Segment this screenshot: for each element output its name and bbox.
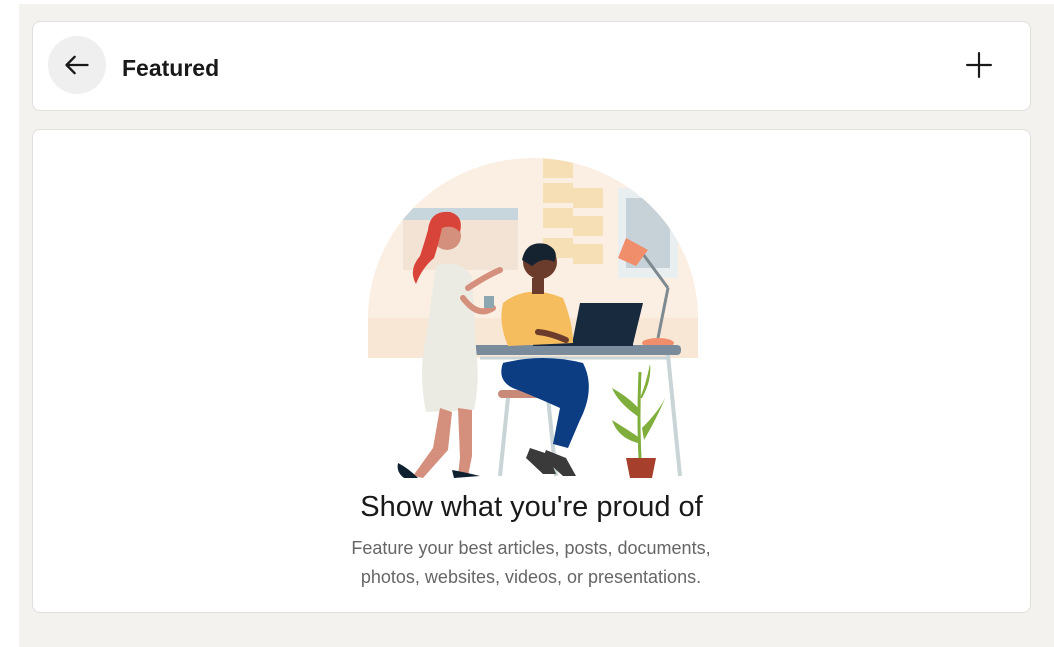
plus-icon (966, 52, 992, 78)
back-button[interactable] (48, 36, 106, 94)
arrow-left-icon (65, 55, 89, 75)
page-title: Featured (122, 55, 220, 81)
empty-state-description: Feature your best articles, posts, docum… (351, 538, 711, 587)
empty-state-card: Show what you're proud of Feature your b… (32, 129, 1031, 613)
page-background: Featured Show what you're proud of Featu… (19, 4, 1054, 647)
empty-state-headline: Show what you're proud of (360, 491, 703, 523)
featured-header-card: Featured (32, 21, 1031, 111)
people-at-desk-illustration (368, 158, 698, 478)
add-featured-button[interactable] (963, 49, 995, 81)
